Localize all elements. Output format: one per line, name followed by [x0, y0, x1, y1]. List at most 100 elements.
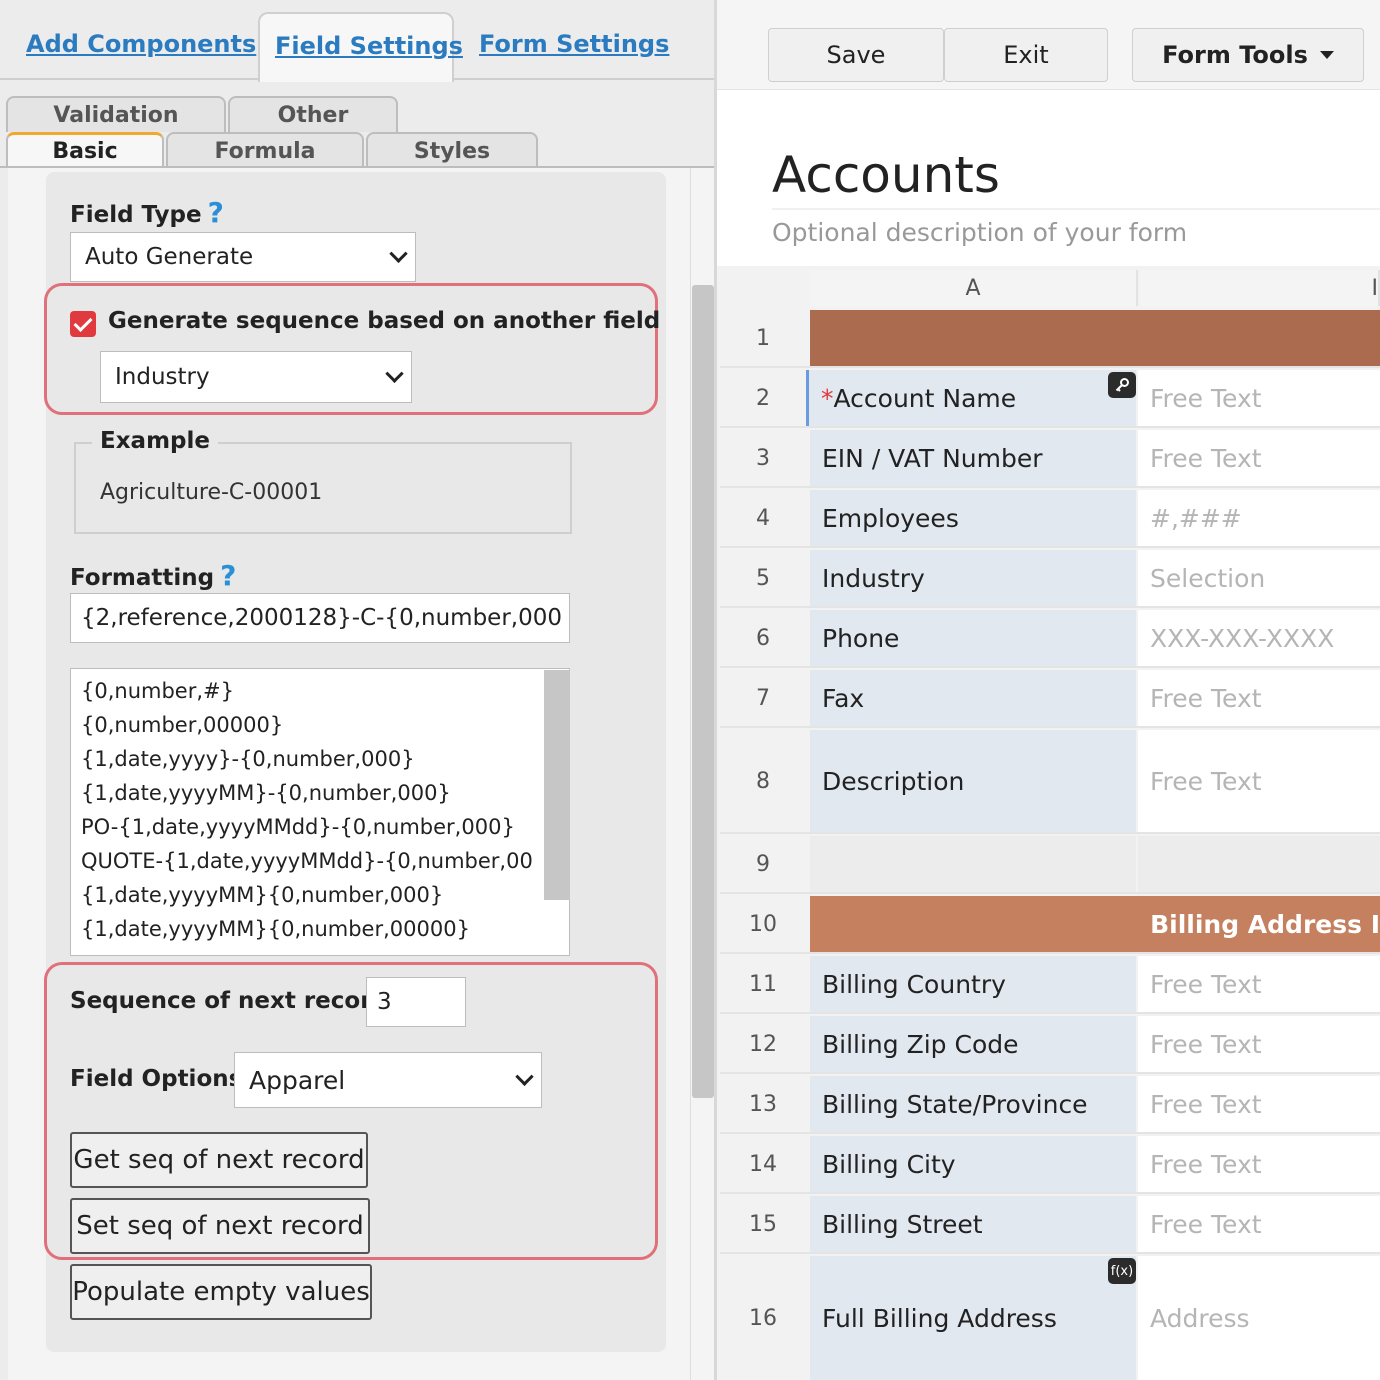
empty-cell[interactable]: [810, 836, 1136, 892]
row-number[interactable]: 2: [720, 370, 806, 426]
row-number[interactable]: 7: [720, 670, 806, 726]
row-number[interactable]: 8: [720, 730, 806, 832]
field-input-cell[interactable]: XXX-XXX-XXXX: [1138, 610, 1380, 666]
field-label: EIN / VAT Number: [822, 443, 1043, 473]
field-type-select[interactable]: Auto Generate: [70, 232, 416, 282]
chevron-down-icon: [385, 364, 404, 383]
preset-item[interactable]: {0,number,#}: [81, 679, 234, 703]
help-icon[interactable]: ?: [208, 196, 224, 229]
preset-item[interactable]: QUOTE-{1,date,yyyyMMdd}-{0,number,00: [81, 849, 533, 873]
row-number[interactable]: 3: [720, 430, 806, 486]
row-divider: [720, 606, 1380, 608]
row-number[interactable]: 1: [720, 310, 806, 366]
field-input-cell[interactable]: Free Text: [1138, 730, 1380, 832]
tab-basic[interactable]: Basic: [6, 132, 164, 168]
sequence-based-checkbox[interactable]: [70, 311, 96, 337]
get-seq-button[interactable]: Get seq of next record: [70, 1132, 368, 1188]
populate-empty-button[interactable]: Populate empty values: [70, 1264, 372, 1320]
row-number[interactable]: 11: [720, 956, 806, 1012]
sequence-field-select[interactable]: Industry: [100, 351, 412, 403]
field-label-cell[interactable]: Billing City: [810, 1136, 1136, 1192]
formula-icon[interactable]: f(x): [1108, 1258, 1136, 1284]
field-input-cell[interactable]: #,###: [1138, 490, 1380, 546]
row-divider: [720, 486, 1380, 488]
preset-item[interactable]: {1,date,yyyyMM}{0,number,00000}: [81, 917, 470, 941]
row-number[interactable]: 6: [720, 610, 806, 666]
next-record-input[interactable]: 3: [366, 977, 466, 1027]
row-number[interactable]: 14: [720, 1136, 806, 1192]
row-number[interactable]: 10: [720, 896, 806, 952]
section-header[interactable]: [810, 310, 1380, 366]
row-number[interactable]: 16: [720, 1256, 806, 1380]
field-input-cell[interactable]: Selection: [1138, 550, 1380, 606]
preset-item[interactable]: {0,number,00000}: [81, 713, 283, 737]
field-options-select[interactable]: Apparel: [234, 1052, 542, 1108]
sequence-based-label: Generate sequence based on another field: [108, 308, 661, 334]
row-number[interactable]: 12: [720, 1016, 806, 1072]
form-title[interactable]: Accounts: [772, 146, 1000, 204]
field-input-cell[interactable]: Free Text: [1138, 1196, 1380, 1252]
preset-item[interactable]: PO-{1,date,yyyyMMdd}-{0,number,000}: [81, 815, 515, 839]
tab-add-components[interactable]: Add Components: [26, 30, 256, 58]
help-icon[interactable]: ?: [220, 559, 236, 592]
row-number[interactable]: 4: [720, 490, 806, 546]
field-input-cell[interactable]: Free Text: [1138, 670, 1380, 726]
field-type-label-text: Field Type: [70, 202, 202, 228]
panel-scrollbar[interactable]: [692, 285, 714, 1098]
formatting-input[interactable]: {2,reference,2000128}-C-{0,number,000: [70, 593, 570, 643]
key-icon[interactable]: [1108, 372, 1136, 398]
field-placeholder: Free Text: [1150, 1149, 1262, 1179]
field-label-cell[interactable]: Employees: [810, 490, 1136, 546]
row-number[interactable]: 9: [720, 836, 806, 892]
field-label: Billing State/Province: [822, 1089, 1088, 1119]
tab-field-settings[interactable]: Field Settings: [275, 32, 463, 60]
field-input-cell[interactable]: Free Text: [1138, 956, 1380, 1012]
field-label: Billing Zip Code: [822, 1029, 1019, 1059]
field-input-cell[interactable]: Free Text: [1138, 1016, 1380, 1072]
field-label-cell[interactable]: Billing State/Province: [810, 1076, 1136, 1132]
row-number[interactable]: 13: [720, 1076, 806, 1132]
field-label-cell[interactable]: Phone: [810, 610, 1136, 666]
field-label-cell[interactable]: Billing Street: [810, 1196, 1136, 1252]
field-label: Fax: [822, 683, 865, 713]
form-description[interactable]: Optional description of your form: [772, 218, 1187, 247]
row-number[interactable]: 5: [720, 550, 806, 606]
example-legend: Example: [92, 428, 218, 454]
field-input-cell[interactable]: Free Text: [1138, 1136, 1380, 1192]
section-header[interactable]: Billing Address I: [810, 896, 1380, 952]
field-label-cell[interactable]: Description: [810, 730, 1136, 832]
column-header-b[interactable]: I: [1140, 270, 1380, 306]
formatting-presets-list[interactable]: {0,number,#} {0,number,00000} {1,date,yy…: [70, 668, 570, 956]
field-label-cell[interactable]: * Account Name: [806, 370, 1136, 426]
form-tools-button[interactable]: Form Tools: [1132, 28, 1364, 82]
field-placeholder: Free Text: [1150, 443, 1262, 473]
tab-other[interactable]: Other: [228, 96, 398, 132]
preset-item[interactable]: {1,date,yyyyMM}-{0,number,000}: [81, 781, 451, 805]
field-label-cell[interactable]: Fax: [810, 670, 1136, 726]
field-label-cell[interactable]: EIN / VAT Number: [810, 430, 1136, 486]
tab-form-settings[interactable]: Form Settings: [479, 30, 669, 58]
empty-cell[interactable]: [1138, 836, 1380, 892]
field-label-cell[interactable]: Billing Country: [810, 956, 1136, 1012]
presets-scrollbar[interactable]: [544, 670, 570, 900]
set-seq-button[interactable]: Set seq of next record: [70, 1198, 370, 1254]
save-button[interactable]: Save: [768, 28, 944, 82]
preset-item[interactable]: {1,date,yyyyMM}{0,number,000}: [81, 883, 443, 907]
preset-item[interactable]: {1,date,yyyy}-{0,number,000}: [81, 747, 415, 771]
field-input-cell[interactable]: Address: [1138, 1256, 1380, 1380]
field-label-cell[interactable]: Billing Zip Code: [810, 1016, 1136, 1072]
field-input-cell[interactable]: Free Text: [1138, 370, 1380, 426]
tab-styles[interactable]: Styles: [366, 132, 538, 168]
field-label-cell[interactable]: Full Billing Address: [810, 1256, 1136, 1380]
field-label-cell[interactable]: Industry: [810, 550, 1136, 606]
chevron-down-icon: [389, 244, 408, 263]
field-placeholder: Free Text: [1150, 1089, 1262, 1119]
tab-validation[interactable]: Validation: [6, 96, 226, 132]
exit-button[interactable]: Exit: [944, 28, 1108, 82]
row-number[interactable]: 15: [720, 1196, 806, 1252]
column-header-a[interactable]: A: [810, 270, 1138, 306]
field-input-cell[interactable]: Free Text: [1138, 1076, 1380, 1132]
field-placeholder: Address: [1150, 1303, 1250, 1333]
tab-formula[interactable]: Formula: [166, 132, 364, 168]
field-input-cell[interactable]: Free Text: [1138, 430, 1380, 486]
